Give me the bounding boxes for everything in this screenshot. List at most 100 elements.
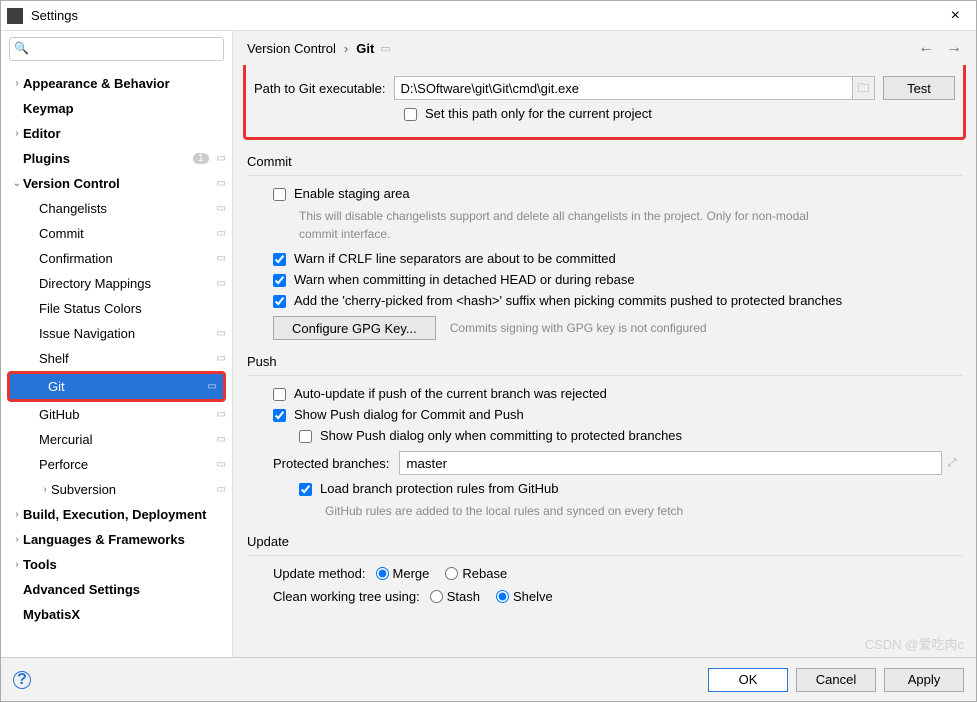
- tree-perforce[interactable]: Perforce▭: [1, 452, 232, 477]
- chevron-down-icon: ⌄: [11, 178, 23, 189]
- tree-subversion[interactable]: ›Subversion▭: [1, 477, 232, 502]
- configure-gpg-button[interactable]: Configure GPG Key...: [273, 316, 436, 340]
- window-title: Settings: [31, 8, 941, 23]
- project-marker-icon: ▭: [217, 178, 226, 189]
- apply-button[interactable]: Apply: [884, 668, 964, 692]
- browse-folder-icon[interactable]: 🗀: [853, 76, 875, 100]
- tree-github[interactable]: GitHub▭: [1, 402, 232, 427]
- gpg-hint: Commits signing with GPG key is not conf…: [450, 321, 707, 335]
- divider: [247, 175, 962, 176]
- load-github-rules-label: Load branch protection rules from GitHub: [320, 481, 558, 496]
- github-rules-hint: GitHub rules are added to the local rule…: [325, 502, 845, 520]
- warn-detached-label: Warn when committing in detached HEAD or…: [294, 272, 635, 287]
- tree-changelists[interactable]: Changelists▭: [1, 196, 232, 221]
- tree-confirmation[interactable]: Confirmation▭: [1, 246, 232, 271]
- body: 🔍 ›Appearance & Behavior Keymap ›Editor …: [1, 31, 976, 657]
- show-push-dialog-label: Show Push dialog for Commit and Push: [294, 407, 524, 422]
- test-button[interactable]: Test: [883, 76, 955, 100]
- tree-mybatisx[interactable]: MybatisX: [1, 602, 232, 627]
- plugins-badge: 1: [193, 153, 209, 164]
- chevron-right-icon: ›: [11, 534, 23, 545]
- cherry-pick-checkbox[interactable]: [273, 295, 286, 308]
- enable-staging-label: Enable staging area: [294, 186, 410, 201]
- warn-detached-checkbox[interactable]: [273, 274, 286, 287]
- clean-shelve-option[interactable]: Shelve: [496, 589, 553, 604]
- tree-keymap[interactable]: Keymap: [1, 96, 232, 121]
- sidebar: 🔍 ›Appearance & Behavior Keymap ›Editor …: [1, 31, 233, 657]
- show-push-dialog-checkbox[interactable]: [273, 409, 286, 422]
- git-path-label: Path to Git executable:: [254, 81, 386, 96]
- breadcrumb: Version Control › Git ▭ ← →: [233, 31, 976, 65]
- enable-staging-checkbox[interactable]: [273, 188, 286, 201]
- update-rebase-radio[interactable]: [445, 567, 458, 580]
- update-method-label: Update method:: [273, 566, 366, 581]
- only-current-project-label: Set this path only for the current proje…: [425, 106, 652, 121]
- commit-section-title: Commit: [247, 154, 962, 169]
- git-path-input[interactable]: [394, 76, 853, 100]
- chevron-right-icon: ›: [344, 41, 348, 56]
- project-marker-icon: ▭: [217, 153, 226, 164]
- tree-editor[interactable]: ›Editor: [1, 121, 232, 146]
- show-push-protected-label: Show Push dialog only when committing to…: [320, 428, 682, 443]
- chevron-right-icon: ›: [11, 509, 23, 520]
- push-section-title: Push: [247, 354, 962, 369]
- help-icon[interactable]: ?: [13, 671, 31, 689]
- git-path-highlight: Path to Git executable: 🗀 Test Set this …: [243, 65, 966, 140]
- git-highlight-box: Git▭: [7, 371, 226, 402]
- project-marker-icon: ▭: [380, 42, 390, 55]
- clean-tree-label: Clean working tree using:: [273, 589, 420, 604]
- breadcrumb-current: Git: [356, 41, 374, 56]
- tree-file-status-colors[interactable]: File Status Colors: [1, 296, 232, 321]
- app-icon: [7, 8, 23, 24]
- load-github-rules-checkbox[interactable]: [299, 483, 312, 496]
- warn-crlf-label: Warn if CRLF line separators are about t…: [294, 251, 616, 266]
- warn-crlf-checkbox[interactable]: [273, 253, 286, 266]
- breadcrumb-parent[interactable]: Version Control: [247, 41, 336, 56]
- chevron-right-icon: ›: [11, 128, 23, 139]
- ok-button[interactable]: OK: [708, 668, 788, 692]
- chevron-right-icon: ›: [11, 559, 23, 570]
- staging-hint: This will disable changelists support an…: [299, 207, 819, 243]
- protected-branches-input[interactable]: [399, 451, 942, 475]
- tree-commit[interactable]: Commit▭: [1, 221, 232, 246]
- expand-icon[interactable]: ⤢: [942, 457, 962, 470]
- tree-git[interactable]: Git▭: [10, 374, 223, 399]
- update-merge-option[interactable]: Merge: [376, 566, 430, 581]
- tree-appearance[interactable]: ›Appearance & Behavior: [1, 71, 232, 96]
- protected-branches-label: Protected branches:: [273, 456, 389, 471]
- tree-issue-navigation[interactable]: Issue Navigation▭: [1, 321, 232, 346]
- tree-build[interactable]: ›Build, Execution, Deployment: [1, 502, 232, 527]
- back-arrow-icon[interactable]: ←: [918, 39, 934, 57]
- clean-stash-option[interactable]: Stash: [430, 589, 480, 604]
- divider: [247, 555, 962, 556]
- forward-arrow-icon[interactable]: →: [946, 39, 962, 57]
- settings-panel: Path to Git executable: 🗀 Test Set this …: [233, 65, 976, 657]
- close-icon[interactable]: ×: [941, 7, 970, 25]
- only-current-project-checkbox[interactable]: [404, 108, 417, 121]
- clean-stash-radio[interactable]: [430, 590, 443, 603]
- tree-directory-mappings[interactable]: Directory Mappings▭: [1, 271, 232, 296]
- chevron-right-icon: ›: [39, 484, 51, 495]
- tree-plugins[interactable]: Plugins1▭: [1, 146, 232, 171]
- footer: ? OK Cancel Apply: [1, 657, 976, 701]
- clean-shelve-radio[interactable]: [496, 590, 509, 603]
- show-push-protected-checkbox[interactable]: [299, 430, 312, 443]
- tree-mercurial[interactable]: Mercurial▭: [1, 427, 232, 452]
- tree-shelf[interactable]: Shelf▭: [1, 346, 232, 371]
- tree-advanced[interactable]: Advanced Settings: [1, 577, 232, 602]
- update-merge-radio[interactable]: [376, 567, 389, 580]
- cancel-button[interactable]: Cancel: [796, 668, 876, 692]
- tree-tools[interactable]: ›Tools: [1, 552, 232, 577]
- cherry-pick-label: Add the 'cherry-picked from <hash>' suff…: [294, 293, 842, 308]
- search-icon: 🔍: [14, 41, 29, 55]
- divider: [247, 375, 962, 376]
- tree-version-control[interactable]: ⌄Version Control▭: [1, 171, 232, 196]
- tree-languages[interactable]: ›Languages & Frameworks: [1, 527, 232, 552]
- search-input[interactable]: [9, 37, 224, 61]
- auto-update-checkbox[interactable]: [273, 388, 286, 401]
- chevron-right-icon: ›: [11, 78, 23, 89]
- content-area: Version Control › Git ▭ ← → Path to Git …: [233, 31, 976, 657]
- search-box: 🔍: [9, 37, 224, 61]
- update-rebase-option[interactable]: Rebase: [445, 566, 507, 581]
- update-section-title: Update: [247, 534, 962, 549]
